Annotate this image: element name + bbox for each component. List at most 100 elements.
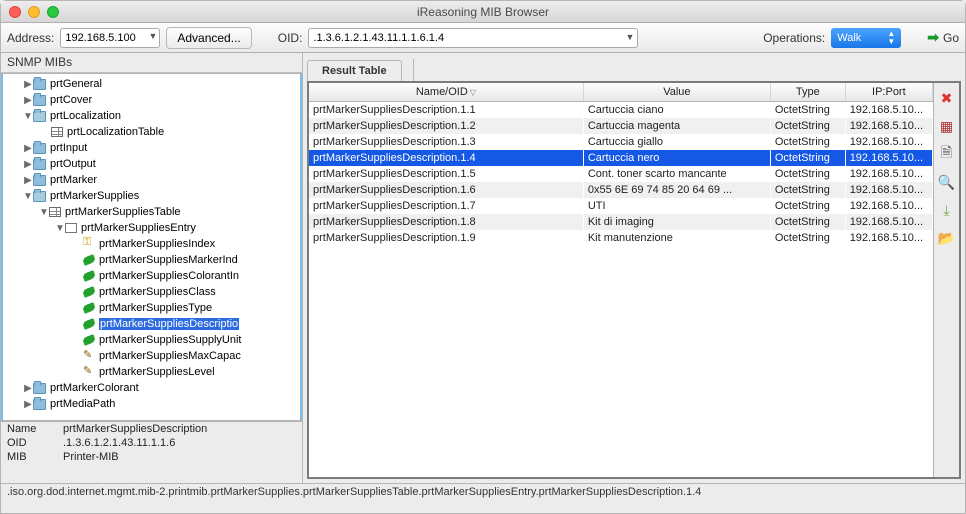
key-icon xyxy=(83,240,95,248)
cell-type: OctetString xyxy=(770,214,845,230)
info-mib-key: MIB xyxy=(7,451,63,463)
export-icon[interactable]: ⤓ xyxy=(938,201,956,219)
tree-leaf-index[interactable]: prtMarkerSuppliesIndex xyxy=(7,236,296,252)
table-row[interactable]: prtMarkerSuppliesDescription.1.3Cartucci… xyxy=(309,134,933,150)
table-icon xyxy=(49,207,61,217)
mib-tree[interactable]: ▶prtGeneral ▶prtCover ▼prtLocalization p… xyxy=(1,73,302,421)
col-value[interactable]: Value xyxy=(583,83,770,102)
operations-value: Walk xyxy=(837,32,861,44)
sort-asc-icon: ▽ xyxy=(470,88,476,97)
result-table[interactable]: Name/OID▽ Value Type IP:Port prtMarkerSu… xyxy=(309,83,933,246)
cell-name: prtMarkerSuppliesDescription.1.7 xyxy=(309,198,583,214)
cell-type: OctetString xyxy=(770,134,845,150)
pencil-icon xyxy=(83,367,95,377)
col-ip[interactable]: IP:Port xyxy=(845,83,932,102)
tree-node-prtoutput[interactable]: ▶prtOutput xyxy=(7,156,296,172)
tree-node-prtmediapath[interactable]: ▶prtMediaPath xyxy=(7,396,296,412)
operations-select[interactable]: Walk ▲▼ xyxy=(831,28,901,48)
table-row[interactable]: prtMarkerSuppliesDescription.1.8Kit di i… xyxy=(309,214,933,230)
info-name-key: Name xyxy=(7,423,63,435)
tree-leaf-class[interactable]: prtMarkerSuppliesClass xyxy=(7,284,296,300)
folder-icon xyxy=(33,175,46,186)
cell-ip: 192.168.5.10... xyxy=(845,134,932,150)
cell-name: prtMarkerSuppliesDescription.1.3 xyxy=(309,134,583,150)
close-window-button[interactable] xyxy=(9,6,21,18)
table-row[interactable]: prtMarkerSuppliesDescription.1.9Kit manu… xyxy=(309,230,933,246)
tree-node-prtmarkersupplies[interactable]: ▼prtMarkerSupplies xyxy=(7,188,296,204)
cell-value: Cartuccia magenta xyxy=(583,118,770,134)
oid-label: OID: xyxy=(278,31,303,45)
tree-node-prtmarkersuppliestable[interactable]: ▼prtMarkerSuppliesTable xyxy=(7,204,296,220)
open-folder-icon[interactable]: 📂 xyxy=(938,229,956,247)
cell-ip: 192.168.5.10... xyxy=(845,198,932,214)
cell-type: OctetString xyxy=(770,230,845,246)
cell-value: Cartuccia ciano xyxy=(583,102,770,119)
search-icon[interactable]: 🔍 xyxy=(938,173,956,191)
cell-value: UTI xyxy=(583,198,770,214)
table-row[interactable]: prtMarkerSuppliesDescription.1.1Cartucci… xyxy=(309,102,933,119)
document-icon[interactable]: 🗎 xyxy=(938,145,956,163)
tree-leaf-maxcapac[interactable]: prtMarkerSuppliesMaxCapac xyxy=(7,348,296,364)
info-mib-value: Printer-MIB xyxy=(63,451,119,463)
table-row[interactable]: prtMarkerSuppliesDescription.1.5Cont. to… xyxy=(309,166,933,182)
tree-node-prtmarkercolorant[interactable]: ▶prtMarkerColorant xyxy=(7,380,296,396)
tab-divider xyxy=(413,59,414,81)
minimize-window-button[interactable] xyxy=(28,6,40,18)
folder-icon xyxy=(33,143,46,154)
zoom-window-button[interactable] xyxy=(47,6,59,18)
tree-node-prtlocalizationtable[interactable]: prtLocalizationTable xyxy=(7,124,296,140)
tree-leaf-markerind[interactable]: prtMarkerSuppliesMarkerInd xyxy=(7,252,296,268)
tree-node-prtmarkersuppliesentry[interactable]: ▼prtMarkerSuppliesEntry xyxy=(7,220,296,236)
folder-icon xyxy=(33,383,46,394)
operations-label: Operations: xyxy=(763,31,825,45)
cell-name: prtMarkerSuppliesDescription.1.2 xyxy=(309,118,583,134)
folder-open-icon xyxy=(33,111,46,122)
address-label: Address: xyxy=(7,31,54,45)
go-arrow-icon: ➡ xyxy=(927,29,939,46)
tree-node-prtcover[interactable]: ▶prtCover xyxy=(7,92,296,108)
leaf-icon xyxy=(82,270,96,282)
cell-value: 0x55 6E 69 74 85 20 64 69 ... xyxy=(583,182,770,198)
info-oid-key: OID xyxy=(7,437,63,449)
advanced-button[interactable]: Advanced... xyxy=(166,27,251,49)
table-icon xyxy=(51,127,63,137)
go-button[interactable]: ➡ Go xyxy=(927,29,959,46)
table-row[interactable]: prtMarkerSuppliesDescription.1.7UTIOctet… xyxy=(309,198,933,214)
address-input[interactable] xyxy=(60,28,160,48)
cell-type: OctetString xyxy=(770,182,845,198)
cell-type: OctetString xyxy=(770,198,845,214)
tree-leaf-type[interactable]: prtMarkerSuppliesType xyxy=(7,300,296,316)
leaf-icon xyxy=(82,286,96,298)
cell-type: OctetString xyxy=(770,102,845,119)
col-name[interactable]: Name/OID▽ xyxy=(309,83,583,102)
tree-node-prtmarker[interactable]: ▶prtMarker xyxy=(7,172,296,188)
cell-type: OctetString xyxy=(770,118,845,134)
snmp-mibs-title: SNMP MIBs xyxy=(1,53,302,73)
tree-node-prtgeneral[interactable]: ▶prtGeneral xyxy=(7,76,296,92)
col-type[interactable]: Type xyxy=(770,83,845,102)
cell-value: Kit di imaging xyxy=(583,214,770,230)
cell-value: Kit manutenzione xyxy=(583,230,770,246)
tree-leaf-level[interactable]: prtMarkerSuppliesLevel xyxy=(7,364,296,380)
tree-leaf-supplyunit[interactable]: prtMarkerSuppliesSupplyUnit xyxy=(7,332,296,348)
table-edit-icon[interactable]: ▦ xyxy=(938,117,956,135)
tab-result-table[interactable]: Result Table xyxy=(307,60,402,81)
tree-leaf-description[interactable]: prtMarkerSuppliesDescriptio xyxy=(7,316,296,332)
tree-node-prtlocalization[interactable]: ▼prtLocalization xyxy=(7,108,296,124)
tree-node-prtinput[interactable]: ▶prtInput xyxy=(7,140,296,156)
cell-name: prtMarkerSuppliesDescription.1.6 xyxy=(309,182,583,198)
cell-ip: 192.168.5.10... xyxy=(845,150,932,166)
cell-type: OctetString xyxy=(770,166,845,182)
table-row[interactable]: prtMarkerSuppliesDescription.1.60x55 6E … xyxy=(309,182,933,198)
cell-value: Cont. toner scarto mancante xyxy=(583,166,770,182)
cell-name: prtMarkerSuppliesDescription.1.1 xyxy=(309,102,583,119)
cell-ip: 192.168.5.10... xyxy=(845,118,932,134)
delete-icon[interactable]: ✖ xyxy=(938,89,956,107)
oid-input[interactable] xyxy=(308,28,638,48)
cell-name: prtMarkerSuppliesDescription.1.9 xyxy=(309,230,583,246)
tree-leaf-colorantin[interactable]: prtMarkerSuppliesColorantIn xyxy=(7,268,296,284)
cell-name: prtMarkerSuppliesDescription.1.4 xyxy=(309,150,583,166)
leaf-icon xyxy=(82,254,96,266)
table-row[interactable]: prtMarkerSuppliesDescription.1.4Cartucci… xyxy=(309,150,933,166)
table-row[interactable]: prtMarkerSuppliesDescription.1.2Cartucci… xyxy=(309,118,933,134)
